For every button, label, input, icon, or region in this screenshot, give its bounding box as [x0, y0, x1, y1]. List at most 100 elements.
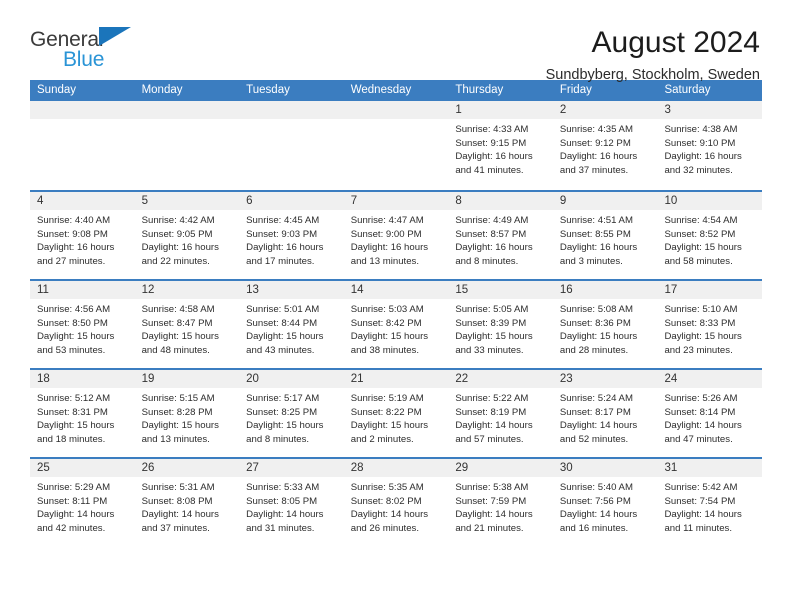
sunset-text: Sunset: 8:05 PM	[246, 495, 318, 507]
day-number: 7	[350, 195, 358, 207]
sunrise-text: Sunrise: 5:24 AM	[559, 393, 633, 404]
sunrise-text: Sunrise: 5:38 AM	[455, 482, 529, 493]
calendar-day-cell[interactable]: 20 Sunrise: 5:17 AM Sunset: 8:25 PM Dayligh…	[239, 370, 344, 457]
calendar-day-cell[interactable]: 1 Sunrise: 4:33 AM Sunset: 9:15 PM Daylight…	[448, 101, 553, 190]
calendar-day-cell[interactable]: 2 Sunrise: 4:35 AM Sunset: 9:12 PM Daylight…	[552, 101, 658, 190]
day-sun-info: Sunrise: 4:45 AM Sunset: 9:03 PM Daylight:…	[239, 210, 344, 268]
calendar-day-cell[interactable]: 26 Sunrise: 5:31 AM Sunset: 8:08 PM Dayligh…	[134, 459, 240, 546]
sunrise-text: Sunrise: 5:31 AM	[141, 482, 215, 493]
day-number-band: 31	[657, 459, 763, 477]
daylight-text-line1: Daylight: 16 hours	[559, 242, 638, 254]
daylight-text-line2: and 47 minutes.	[664, 433, 733, 445]
brand-name-general: General	[30, 28, 104, 51]
daylight-text-line2: and 18 minutes.	[37, 433, 106, 445]
calendar-day-cell[interactable]: 6 Sunrise: 4:45 AM Sunset: 9:03 PM Daylight…	[239, 192, 344, 279]
day-number-band: 10	[657, 192, 763, 210]
day-number-band	[30, 101, 135, 119]
day-number-band: 22	[448, 370, 553, 388]
day-sun-info: Sunrise: 5:08 AM Sunset: 8:36 PM Daylight:…	[553, 299, 658, 357]
calendar-day-cell-empty	[343, 101, 449, 190]
day-number: 8	[455, 195, 462, 207]
calendar-day-cell[interactable]: 24 Sunrise: 5:26 AM Sunset: 8:14 PM Dayligh…	[657, 370, 763, 457]
daylight-text-line2: and 37 minutes.	[559, 164, 629, 176]
day-sun-info: Sunrise: 5:01 AM Sunset: 8:44 PM Daylight:…	[239, 299, 344, 357]
day-sun-info: Sunrise: 5:03 AM Sunset: 8:42 PM Daylight:…	[344, 299, 449, 357]
calendar-day-cell[interactable]: 31 Sunrise: 5:42 AM Sunset: 7:54 PM Dayligh…	[657, 459, 763, 546]
daylight-text-line2: and 57 minutes.	[455, 433, 524, 445]
calendar-day-cell[interactable]: 8 Sunrise: 4:49 AM Sunset: 8:57 PM Daylight…	[448, 192, 553, 279]
daylight-text-line2: and 52 minutes.	[559, 433, 629, 445]
calendar-day-cell[interactable]: 11 Sunrise: 4:56 AM Sunset: 8:50 PM Dayligh…	[30, 281, 135, 368]
calendar-day-cell[interactable]: 27 Sunrise: 5:33 AM Sunset: 8:05 PM Dayligh…	[239, 459, 344, 546]
calendar-day-cell[interactable]: 29 Sunrise: 5:38 AM Sunset: 7:59 PM Dayligh…	[448, 459, 553, 546]
calendar-day-cell[interactable]: 19 Sunrise: 5:15 AM Sunset: 8:28 PM Dayligh…	[134, 370, 240, 457]
daylight-text-line2: and 11 minutes.	[664, 522, 733, 534]
weekday-sunday: Sunday	[37, 84, 77, 96]
calendar-day-cell[interactable]: 13 Sunrise: 5:01 AM Sunset: 8:44 PM Dayligh…	[239, 281, 344, 368]
daylight-text-line1: Daylight: 15 hours	[141, 420, 219, 432]
day-sun-info: Sunrise: 5:38 AM Sunset: 7:59 PM Daylight:…	[448, 477, 553, 535]
day-number: 31	[664, 462, 678, 474]
sunset-text: Sunset: 8:02 PM	[350, 495, 422, 507]
calendar-day-cell[interactable]: 12 Sunrise: 4:58 AM Sunset: 8:47 PM Dayligh…	[134, 281, 240, 368]
daylight-text-line1: Daylight: 16 hours	[350, 242, 429, 254]
day-number: 16	[559, 284, 573, 296]
day-number-band: 29	[448, 459, 553, 477]
title-block: August 2024 Sundbyberg, Stockholm, Swede…	[546, 26, 762, 85]
calendar-day-cell[interactable]: 25 Sunrise: 5:29 AM Sunset: 8:11 PM Dayligh…	[30, 459, 135, 546]
daylight-text-line2: and 23 minutes.	[664, 344, 733, 356]
day-number: 13	[246, 284, 259, 296]
calendar-day-cell[interactable]: 17 Sunrise: 5:10 AM Sunset: 8:33 PM Dayligh…	[657, 281, 763, 368]
calendar-day-cell[interactable]: 28 Sunrise: 5:35 AM Sunset: 8:02 PM Dayligh…	[343, 459, 449, 546]
calendar-day-cell[interactable]: 4 Sunrise: 4:40 AM Sunset: 9:08 PM Daylight…	[30, 192, 135, 279]
daylight-text-line1: Daylight: 14 hours	[37, 509, 115, 521]
day-number: 17	[664, 284, 678, 296]
day-number: 4	[37, 195, 44, 207]
daylight-text-line2: and 58 minutes.	[664, 255, 733, 267]
sunset-text: Sunset: 9:10 PM	[664, 137, 736, 149]
weekday-monday: Monday	[141, 84, 183, 96]
calendar-day-cell[interactable]: 23 Sunrise: 5:24 AM Sunset: 8:17 PM Dayligh…	[552, 370, 658, 457]
day-number-band: 16	[552, 281, 658, 299]
sunrise-text: Sunrise: 5:17 AM	[246, 393, 320, 404]
day-number: 2	[559, 104, 567, 116]
day-sun-info: Sunrise: 4:58 AM Sunset: 8:47 PM Daylight:…	[135, 299, 240, 357]
calendar-day-cell[interactable]: 30 Sunrise: 5:40 AM Sunset: 7:56 PM Dayligh…	[552, 459, 658, 546]
daylight-text-line2: and 28 minutes.	[559, 344, 629, 356]
day-sun-info: Sunrise: 5:17 AM Sunset: 8:25 PM Daylight:…	[239, 388, 344, 446]
calendar-day-cell[interactable]: 7 Sunrise: 4:47 AM Sunset: 9:00 PM Daylight…	[343, 192, 449, 279]
sunset-text: Sunset: 8:44 PM	[246, 317, 318, 329]
day-sun-info: Sunrise: 5:33 AM Sunset: 8:05 PM Daylight:…	[239, 477, 344, 535]
day-number: 12	[141, 284, 155, 296]
calendar-day-cell[interactable]: 3 Sunrise: 4:38 AM Sunset: 9:10 PM Daylight…	[657, 101, 763, 190]
calendar-day-cell[interactable]: 10 Sunrise: 4:54 AM Sunset: 8:52 PM Dayligh…	[657, 192, 763, 279]
calendar-day-cell[interactable]: 15 Sunrise: 5:05 AM Sunset: 8:39 PM Dayligh…	[448, 281, 553, 368]
daylight-text-line2: and 32 minutes.	[664, 164, 733, 176]
daylight-text-line1: Daylight: 15 hours	[37, 331, 115, 343]
sunrise-text: Sunrise: 5:29 AM	[37, 482, 111, 493]
brand-logo[interactable]: General Blue	[30, 26, 150, 70]
calendar-day-cell[interactable]: 18 Sunrise: 5:12 AM Sunset: 8:31 PM Dayligh…	[30, 370, 135, 457]
calendar-day-cell[interactable]: 21 Sunrise: 5:19 AM Sunset: 8:22 PM Dayligh…	[343, 370, 449, 457]
triangle-flag-icon	[99, 27, 131, 46]
calendar-day-cell[interactable]: 16 Sunrise: 5:08 AM Sunset: 8:36 PM Dayligh…	[552, 281, 658, 368]
day-number-band: 18	[30, 370, 135, 388]
day-number-band: 4	[30, 192, 135, 210]
calendar-week-row: 1 Sunrise: 4:33 AM Sunset: 9:15 PM Daylight…	[30, 101, 763, 190]
day-sun-info: Sunrise: 5:19 AM Sunset: 8:22 PM Daylight:…	[344, 388, 449, 446]
sunrise-text: Sunrise: 5:26 AM	[664, 393, 738, 404]
calendar-day-cell[interactable]: 14 Sunrise: 5:03 AM Sunset: 8:42 PM Dayligh…	[343, 281, 449, 368]
calendar-day-cell[interactable]: 5 Sunrise: 4:42 AM Sunset: 9:05 PM Daylight…	[134, 192, 240, 279]
day-number: 28	[350, 462, 364, 474]
page-header: General Blue August 2024 Sundbyberg, Sto…	[30, 0, 762, 83]
sunrise-text: Sunrise: 5:15 AM	[141, 393, 215, 404]
day-sun-info: Sunrise: 5:31 AM Sunset: 8:08 PM Daylight:…	[135, 477, 240, 535]
calendar-day-cell[interactable]: 22 Sunrise: 5:22 AM Sunset: 8:19 PM Dayligh…	[448, 370, 553, 457]
day-number-band: 19	[134, 370, 240, 388]
weekday-header-row: Sunday Monday Tuesday Wednesday Thursday…	[30, 80, 762, 101]
day-number: 18	[37, 373, 50, 385]
daylight-text-line2: and 53 minutes.	[37, 344, 106, 356]
day-number-band: 24	[657, 370, 763, 388]
calendar-day-cell[interactable]: 9 Sunrise: 4:51 AM Sunset: 8:55 PM Daylight…	[552, 192, 658, 279]
day-number-band: 12	[134, 281, 240, 299]
